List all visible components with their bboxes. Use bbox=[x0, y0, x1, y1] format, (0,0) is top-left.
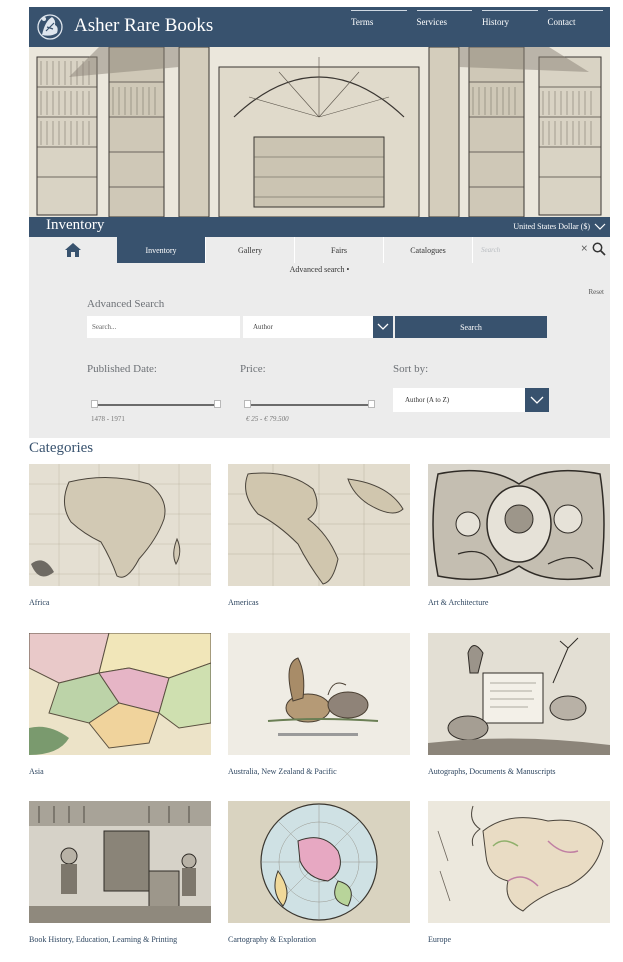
sort-select[interactable]: Author (A to Z) bbox=[393, 388, 549, 412]
advanced-search-panel: Advanced search • Reset Advanced Search … bbox=[29, 263, 610, 438]
hero-title-bar: Inventory United States Dollar ($) bbox=[29, 217, 610, 237]
advanced-search-input[interactable]: Search... bbox=[87, 316, 240, 338]
field-select-value: Author bbox=[253, 323, 273, 331]
field-select-toggle[interactable] bbox=[373, 316, 393, 338]
category-image-art-architecture[interactable] bbox=[428, 464, 610, 586]
tab-catalogues[interactable]: Catalogues bbox=[384, 237, 473, 263]
category-card-art-architecture[interactable]: Art & Architecture bbox=[428, 464, 610, 608]
site-header: Asher Rare Books Terms Services History … bbox=[29, 7, 610, 47]
price-slider[interactable] bbox=[244, 400, 375, 408]
search-button[interactable]: Search bbox=[395, 316, 547, 338]
category-label[interactable]: Asia bbox=[29, 766, 211, 777]
home-icon bbox=[65, 243, 81, 257]
slider-handle-max[interactable] bbox=[368, 400, 375, 408]
category-image-australia[interactable] bbox=[228, 633, 410, 755]
category-card-book-history[interactable]: Book History, Education, Learning & Prin… bbox=[29, 801, 211, 945]
category-card-australia[interactable]: Australia, New Zealand & Pacific bbox=[228, 633, 410, 777]
section-navigation: Inventory Gallery Fairs Catalogues Searc… bbox=[29, 237, 610, 263]
search-placeholder: Search... bbox=[92, 323, 117, 331]
category-label[interactable]: Europe bbox=[428, 934, 610, 945]
category-label[interactable]: Book History, Education, Learning & Prin… bbox=[29, 934, 211, 945]
sort-label: Sort by: bbox=[393, 363, 429, 375]
category-image-americas[interactable] bbox=[228, 464, 410, 586]
reset-button[interactable]: Reset bbox=[588, 288, 604, 296]
logo-icon[interactable] bbox=[35, 11, 65, 43]
category-label[interactable]: Australia, New Zealand & Pacific bbox=[228, 766, 410, 777]
category-label[interactable]: Art & Architecture bbox=[428, 597, 610, 608]
nav-services[interactable]: Services bbox=[411, 7, 477, 47]
published-date-range: 1478 - 1971 bbox=[91, 415, 125, 423]
category-image-africa[interactable] bbox=[29, 464, 211, 586]
home-button[interactable] bbox=[29, 237, 117, 263]
category-label[interactable]: Africa bbox=[29, 597, 211, 608]
search-icon[interactable] bbox=[592, 242, 606, 256]
quick-search[interactable]: Search × bbox=[473, 237, 610, 263]
category-image-asia[interactable] bbox=[29, 633, 211, 755]
chevron-down-icon[interactable] bbox=[594, 220, 606, 232]
slider-handle-min[interactable] bbox=[91, 400, 98, 408]
advanced-search-toggle[interactable]: Advanced search • bbox=[29, 265, 610, 274]
chevron-down-icon bbox=[377, 323, 389, 330]
nav-history[interactable]: History bbox=[476, 7, 542, 47]
price-range: € 25 - € 79.500 bbox=[246, 415, 289, 423]
published-date-label: Published Date: bbox=[87, 363, 157, 375]
category-label[interactable]: Americas bbox=[228, 597, 410, 608]
sort-select-value: Author (A to Z) bbox=[405, 396, 450, 404]
category-card-europe[interactable]: Europe bbox=[428, 801, 610, 945]
top-navigation: Terms Services History Contact bbox=[345, 7, 607, 47]
tab-inventory[interactable]: Inventory bbox=[117, 237, 206, 263]
search-input[interactable]: Search bbox=[481, 246, 500, 254]
advanced-search-heading: Advanced Search bbox=[87, 298, 165, 310]
sort-select-toggle[interactable] bbox=[525, 388, 549, 412]
tab-fairs[interactable]: Fairs bbox=[295, 237, 384, 263]
published-date-slider[interactable] bbox=[91, 400, 221, 408]
slider-handle-max[interactable] bbox=[214, 400, 221, 408]
category-label[interactable]: Autographs, Documents & Manuscripts bbox=[428, 766, 610, 777]
category-image-book-history[interactable] bbox=[29, 801, 211, 923]
hero-image bbox=[29, 47, 610, 217]
category-card-autographs[interactable]: Autographs, Documents & Manuscripts bbox=[428, 633, 610, 777]
brand-name[interactable]: Asher Rare Books bbox=[74, 15, 213, 37]
category-image-cartography[interactable] bbox=[228, 801, 410, 923]
chevron-down-icon bbox=[530, 396, 544, 404]
page-title: Inventory bbox=[46, 217, 105, 233]
category-card-africa[interactable]: Africa bbox=[29, 464, 211, 608]
slider-handle-min[interactable] bbox=[244, 400, 251, 408]
tab-gallery[interactable]: Gallery bbox=[206, 237, 295, 263]
nav-terms[interactable]: Terms bbox=[345, 7, 411, 47]
nav-contact[interactable]: Contact bbox=[542, 7, 608, 47]
currency-selector[interactable]: United States Dollar ($) bbox=[513, 222, 590, 231]
category-label[interactable]: Cartography & Exploration bbox=[228, 934, 410, 945]
category-image-autographs[interactable] bbox=[428, 633, 610, 755]
category-image-europe[interactable] bbox=[428, 801, 610, 923]
category-card-cartography[interactable]: Cartography & Exploration bbox=[228, 801, 410, 945]
price-label: Price: bbox=[240, 363, 266, 375]
clear-search-button[interactable]: × bbox=[580, 244, 588, 254]
category-card-asia[interactable]: Asia bbox=[29, 633, 211, 777]
categories-heading: Categories bbox=[29, 440, 94, 456]
category-card-americas[interactable]: Americas bbox=[228, 464, 410, 608]
field-select[interactable]: Author bbox=[243, 316, 393, 338]
